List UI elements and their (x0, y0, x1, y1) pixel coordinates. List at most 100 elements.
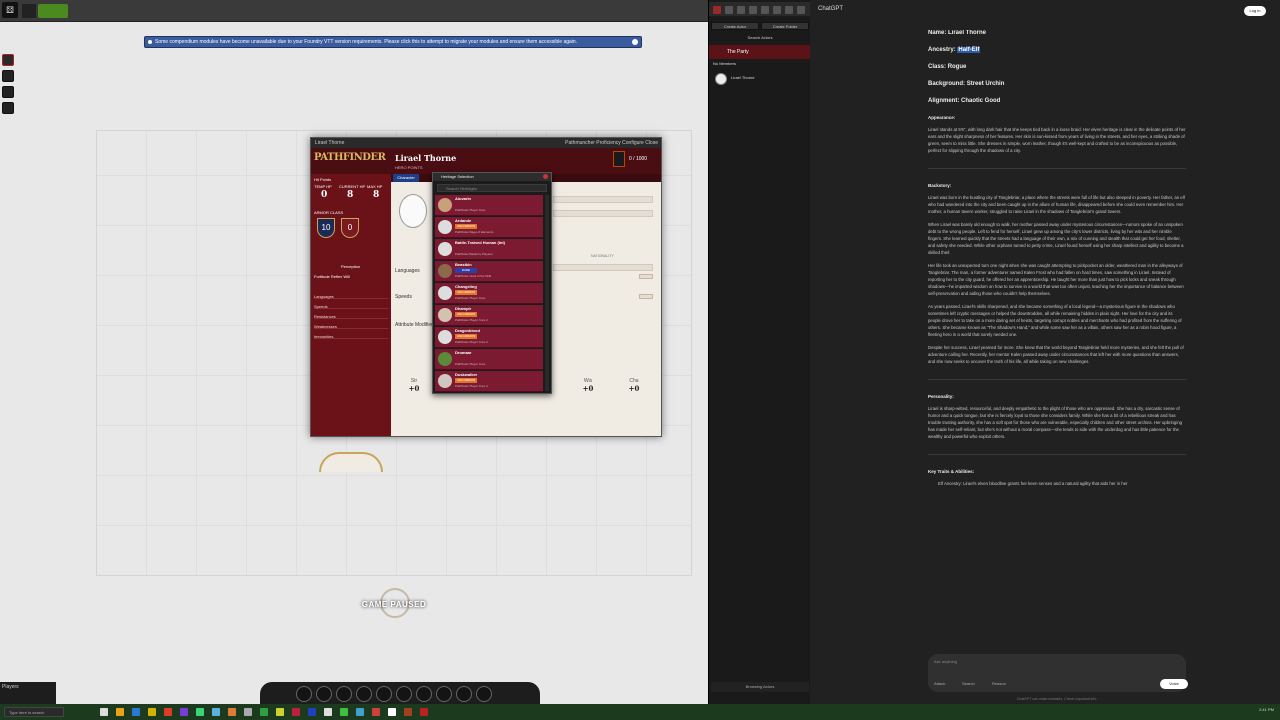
attach-button[interactable]: Attach (934, 681, 945, 686)
app-icon[interactable] (180, 708, 188, 716)
character-name[interactable]: Lirael Thorne (395, 153, 456, 163)
sheet-window-header[interactable]: Lirael Thorne Pathmuncher Proficiency Co… (311, 138, 661, 148)
ancestry-field[interactable] (553, 196, 653, 203)
app-icon[interactable] (308, 708, 316, 716)
no-members-text: No Members (713, 61, 736, 66)
heritage-scrollbar[interactable] (545, 195, 549, 391)
combat-tab-icon[interactable] (725, 6, 733, 14)
sheet-window-tools[interactable]: Pathmuncher Proficiency Configure Close (565, 138, 658, 148)
app-icon[interactable] (196, 708, 204, 716)
heritage-dialog-header[interactable]: Heritage Selection (433, 173, 551, 181)
taskbar-search[interactable]: Type here to search (4, 707, 64, 717)
chrome-icon[interactable] (164, 708, 172, 716)
tab-character[interactable]: Character (393, 174, 419, 182)
heritage-search-input[interactable]: Search Heritages (437, 184, 547, 192)
experience-text[interactable]: 0 / 1000 (629, 156, 647, 162)
actor-search-input[interactable]: Search Actors (711, 34, 809, 42)
current-hp-value[interactable]: 8 (347, 190, 353, 200)
create-folder-button[interactable]: Create Folder (761, 22, 809, 30)
draw-tool-icon[interactable] (2, 86, 14, 98)
settings-tab-icon[interactable] (797, 6, 805, 14)
file-explorer-icon[interactable] (116, 708, 124, 716)
hotbar-slot[interactable] (316, 686, 332, 702)
app-icon[interactable] (260, 708, 268, 716)
hotbar-slot[interactable] (396, 686, 412, 702)
edge-icon[interactable] (132, 708, 140, 716)
heritage-portrait-icon (438, 308, 452, 322)
close-icon[interactable] (543, 174, 548, 179)
heritage-item[interactable]: Battle-Trained Human (Int) Pathfinder Bat… (435, 239, 543, 260)
attribute-cha[interactable]: Cha +0 (617, 378, 651, 393)
chat-input-box[interactable]: Ask anything Attach Search Reason (928, 654, 1186, 692)
measure-tool-icon[interactable] (2, 70, 14, 82)
background-field[interactable] (553, 210, 653, 217)
app-icon[interactable] (420, 708, 428, 716)
app-icon[interactable] (356, 708, 364, 716)
perception-label[interactable]: Perception (341, 264, 360, 269)
app-icon[interactable] (244, 708, 252, 716)
compendium-tab-icon[interactable] (785, 6, 793, 14)
app-icon[interactable] (324, 708, 332, 716)
notes-tool-icon[interactable] (2, 102, 14, 114)
character-portrait[interactable] (399, 194, 427, 228)
attribute-str[interactable]: Str +0 (397, 378, 431, 393)
players-list[interactable]: Players (0, 682, 56, 704)
heritage-item[interactable]: Beastkin RARE Pathfinder Howl of the Wild (435, 261, 543, 282)
close-icon[interactable] (632, 39, 638, 45)
heritage-item[interactable]: Changeling UNCOMMON Pathfinder Player Core (435, 283, 543, 304)
shield-icon[interactable]: 0 (341, 218, 359, 238)
hotbar-slot[interactable] (336, 686, 352, 702)
heritage-chip[interactable] (639, 274, 653, 279)
appearance-paragraph: Lirael stands at 5'6", with long dark ha… (928, 127, 1186, 153)
hotbar-slot[interactable] (476, 686, 492, 702)
temp-hp-value[interactable]: 0 (321, 190, 327, 200)
scene-nav-button[interactable] (22, 4, 36, 18)
app-icon[interactable] (404, 708, 412, 716)
chatgpt-title[interactable]: ChatGPT (818, 6, 843, 12)
scenes-tab-icon[interactable] (737, 6, 745, 14)
app-icon[interactable] (148, 708, 156, 716)
actors-tab-icon[interactable] (749, 6, 757, 14)
chat-tab-icon[interactable] (713, 6, 721, 14)
app-icon[interactable] (228, 708, 236, 716)
login-button[interactable]: Log in (1244, 6, 1266, 16)
hotbar-slot[interactable] (416, 686, 432, 702)
attribute-wis[interactable]: Wis +0 (571, 378, 605, 393)
hotbar-slot[interactable] (376, 686, 392, 702)
heritage-item[interactable]: Aiuvarin Pathfinder Player Core (435, 195, 543, 216)
hotbar-slot[interactable] (456, 686, 472, 702)
token-controls-icon[interactable] (2, 54, 14, 66)
journal-tab-icon[interactable] (773, 6, 781, 14)
heritage-item[interactable]: Duskwalker UNCOMMON Pathfinder Player Core… (435, 371, 543, 392)
heritage-selection-dialog[interactable]: Heritage Selection Search Heritages Aiuv… (432, 172, 552, 394)
voice-button[interactable]: Voice (1160, 679, 1188, 689)
notification-banner[interactable]: Some compendium modules have become unav… (144, 36, 642, 48)
actor-entry[interactable]: Lirael Thorne (711, 70, 809, 88)
app-icon[interactable] (388, 708, 396, 716)
nationality-field[interactable] (553, 264, 653, 271)
search-button[interactable]: Search (962, 681, 975, 686)
hotbar-slot[interactable] (356, 686, 372, 702)
create-actor-button[interactable]: Create Actor (711, 22, 759, 30)
app-icon[interactable] (372, 708, 380, 716)
app-icon[interactable] (276, 708, 284, 716)
saves-label[interactable]: Fortitude Reflex Will (314, 274, 350, 279)
app-icon[interactable] (340, 708, 348, 716)
items-tab-icon[interactable] (761, 6, 769, 14)
app-icon[interactable] (292, 708, 300, 716)
app-icon[interactable] (212, 708, 220, 716)
foundry-sidebar: Create Actor Create Folder Search Actors… (708, 0, 811, 704)
party-folder[interactable]: The Party (709, 45, 811, 59)
heritage-item[interactable]: Dhampir UNCOMMON Pathfinder Player Core 2 (435, 305, 543, 326)
hotbar-slot[interactable] (436, 686, 452, 702)
hotbar-slot[interactable] (296, 686, 312, 702)
speed-chip[interactable] (639, 294, 653, 299)
heritage-item[interactable]: Dromaar Pathfinder Player Core (435, 349, 543, 370)
active-scene-tab[interactable] (38, 4, 68, 18)
task-view-icon[interactable] (100, 708, 108, 716)
heritage-portrait-icon (438, 264, 452, 278)
heritage-item[interactable]: Dragonblood UNCOMMON Pathfinder Player Cor… (435, 327, 543, 348)
foundry-logo-icon[interactable]: ⚄ (2, 2, 18, 18)
reason-button[interactable]: Reason (992, 681, 1006, 686)
heritage-item[interactable]: Ardande UNCOMMON Pathfinder Rage of Elemen… (435, 217, 543, 238)
